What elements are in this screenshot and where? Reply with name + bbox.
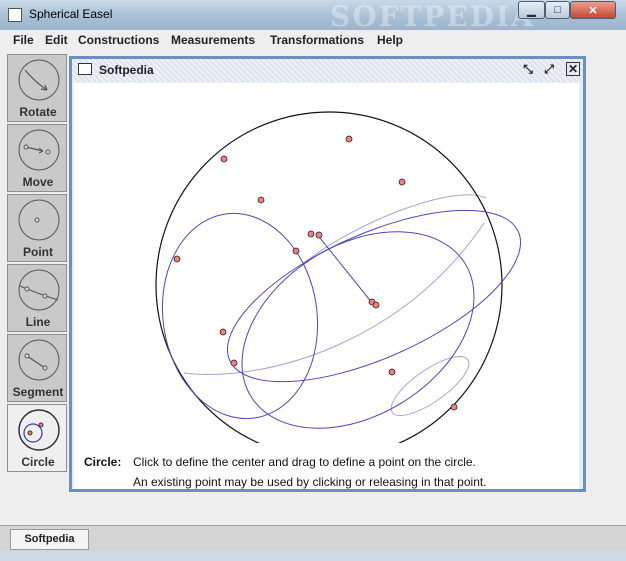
sphere-canvas[interactable]: Circle: Click to define the center and d… <box>74 83 579 489</box>
status-line-2: An existing point may be used by clickin… <box>133 475 487 489</box>
taskbar-document-button[interactable]: Softpedia <box>10 529 89 550</box>
tool-label: Circle <box>21 455 55 469</box>
document-icon <box>78 63 92 75</box>
point[interactable] <box>307 230 315 238</box>
minimize-button[interactable]: ▁ <box>518 1 545 19</box>
menu-edit[interactable]: Edit <box>45 33 68 47</box>
point[interactable] <box>398 178 406 186</box>
title-bar: Spherical Easel SOFTPEDIA ▁ □ ✕ <box>0 0 626 33</box>
tool-label: Rotate <box>19 105 57 119</box>
window-bottom-border <box>0 551 626 561</box>
circle-left <box>161 212 319 420</box>
app-icon <box>8 8 22 22</box>
tool-palette: Rotate Move Point Line Segment Circle <box>7 54 67 472</box>
point[interactable] <box>450 403 458 411</box>
tool-move[interactable]: Move <box>7 124 67 192</box>
close-icon: ✕ <box>588 4 598 17</box>
app-window: Spherical Easel SOFTPEDIA ▁ □ ✕ File Edi… <box>0 0 626 561</box>
point-icon <box>18 199 60 241</box>
maximize-icon: □ <box>554 4 561 16</box>
tool-label: Move <box>22 175 54 189</box>
line-icon <box>18 269 60 311</box>
menu-measurements[interactable]: Measurements <box>171 33 255 47</box>
circle-icon <box>18 409 60 451</box>
menu-bar: File Edit Constructions Measurements Tra… <box>0 30 626 52</box>
point[interactable] <box>219 328 227 336</box>
document-taskbar: Softpedia <box>0 525 626 552</box>
sphere-drawing[interactable] <box>74 83 579 459</box>
point[interactable] <box>345 135 353 143</box>
watermark: SOFTPEDIA <box>330 0 535 33</box>
tool-label: Point <box>23 245 53 259</box>
point[interactable] <box>173 255 181 263</box>
segment-icon <box>18 339 60 381</box>
canvas-edge <box>579 83 583 489</box>
document-title: Softpedia <box>99 63 154 77</box>
window-title: Spherical Easel <box>29 7 113 21</box>
document-title-bar[interactable]: Softpedia ⤡ ⤢ ✕ <box>72 59 583 82</box>
menu-file[interactable]: File <box>13 33 34 47</box>
sphere-boundary <box>155 111 503 459</box>
rotate-icon <box>18 59 60 101</box>
tool-circle[interactable]: Circle <box>7 404 67 472</box>
move-icon <box>18 129 60 171</box>
point[interactable] <box>230 359 238 367</box>
great-circle <box>226 209 522 383</box>
close-button[interactable]: ✕ <box>570 1 616 19</box>
point[interactable] <box>372 301 380 309</box>
point[interactable] <box>292 247 300 255</box>
point[interactable] <box>257 196 265 204</box>
tool-rotate[interactable]: Rotate <box>7 54 67 122</box>
tool-line[interactable]: Line <box>7 264 67 332</box>
tool-label: Line <box>25 315 51 329</box>
point[interactable] <box>388 368 396 376</box>
status-line-1: Click to define the center and drag to d… <box>133 455 476 469</box>
maximize-icon[interactable]: ⤢ <box>542 62 556 76</box>
close-icon[interactable]: ✕ <box>566 62 580 76</box>
tool-segment[interactable]: Segment <box>7 334 67 402</box>
segment <box>315 232 374 305</box>
point[interactable] <box>315 231 323 239</box>
tool-label: Segment <box>12 385 64 399</box>
document-frame: Softpedia ⤡ ⤢ ✕ Circle: Click to define … <box>69 56 586 492</box>
menu-constructions[interactable]: Constructions <box>78 33 159 47</box>
minimize-icon: ▁ <box>527 4 536 17</box>
menu-help[interactable]: Help <box>377 33 403 47</box>
status-tool-name: Circle: <box>84 455 122 469</box>
menu-transformations[interactable]: Transformations <box>270 33 364 47</box>
maximize-button[interactable]: □ <box>545 1 570 19</box>
point[interactable] <box>220 155 228 163</box>
back-small-circle <box>390 356 470 416</box>
iconify-icon[interactable]: ⤡ <box>521 62 535 76</box>
tool-point[interactable]: Point <box>7 194 67 262</box>
